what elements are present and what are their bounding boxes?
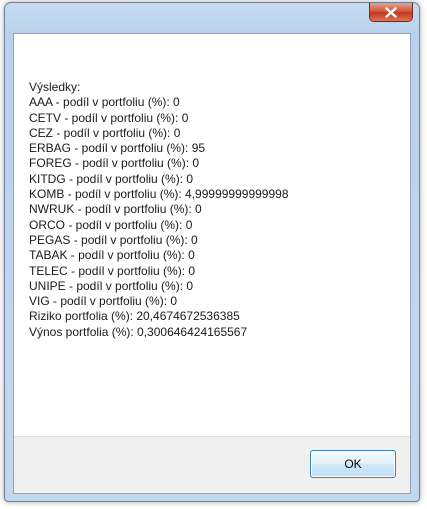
title-bar[interactable] [5, 3, 419, 33]
portfolio-return-line: Výnos portfolia (%): 0,300646424165567 [29, 324, 248, 339]
result-line: NWRUK - podíl v portfoliu (%): 0 [29, 202, 202, 217]
close-x-icon [385, 6, 397, 18]
results-heading: Výsledky: [29, 80, 81, 94]
result-line: KITDG - podíl v portfoliu (%): 0 [29, 171, 194, 186]
result-line: ORCO - podíl v portfoliu (%): 0 [29, 217, 193, 232]
button-panel: OK [14, 436, 410, 493]
message-box-window: Výsledky: AAA - podíl v portfoliu (%): 0… [4, 2, 420, 502]
ok-button-label: OK [344, 457, 362, 471]
result-line: CEZ - podíl v portfoliu (%): 0 [29, 125, 181, 140]
result-line: KOMB - podíl v portfoliu (%): 4,99999999… [29, 187, 289, 202]
result-line: AAA - podíl v portfoliu (%): 0 [29, 95, 180, 110]
result-line: CETV - podíl v portfoliu (%): 0 [29, 110, 189, 125]
result-line: ERBAG - podíl v portfoliu (%): 95 [29, 141, 206, 156]
result-line: PEGAS - podíl v portfoliu (%): 0 [29, 232, 198, 247]
result-line: TABAK - podíl v portfoliu (%): 0 [29, 248, 195, 263]
result-line: VIG - podíl v portfoliu (%): 0 [29, 294, 178, 309]
portfolio-risk-line: Riziko portfolia (%): 20,4674672536385 [29, 309, 240, 324]
result-line: FOREG - podíl v portfoliu (%): 0 [29, 156, 200, 171]
dialog-content: Výsledky: AAA - podíl v portfoliu (%): 0… [13, 33, 411, 494]
result-line: UNIPE - podíl v portfoliu (%): 0 [29, 278, 194, 293]
results-text: Výsledky: AAA - podíl v portfoliu (%): 0… [29, 80, 289, 340]
ok-button[interactable]: OK [310, 450, 396, 478]
result-line: TELEC - podíl v portfoliu (%): 0 [29, 263, 196, 278]
close-button[interactable] [369, 3, 413, 22]
